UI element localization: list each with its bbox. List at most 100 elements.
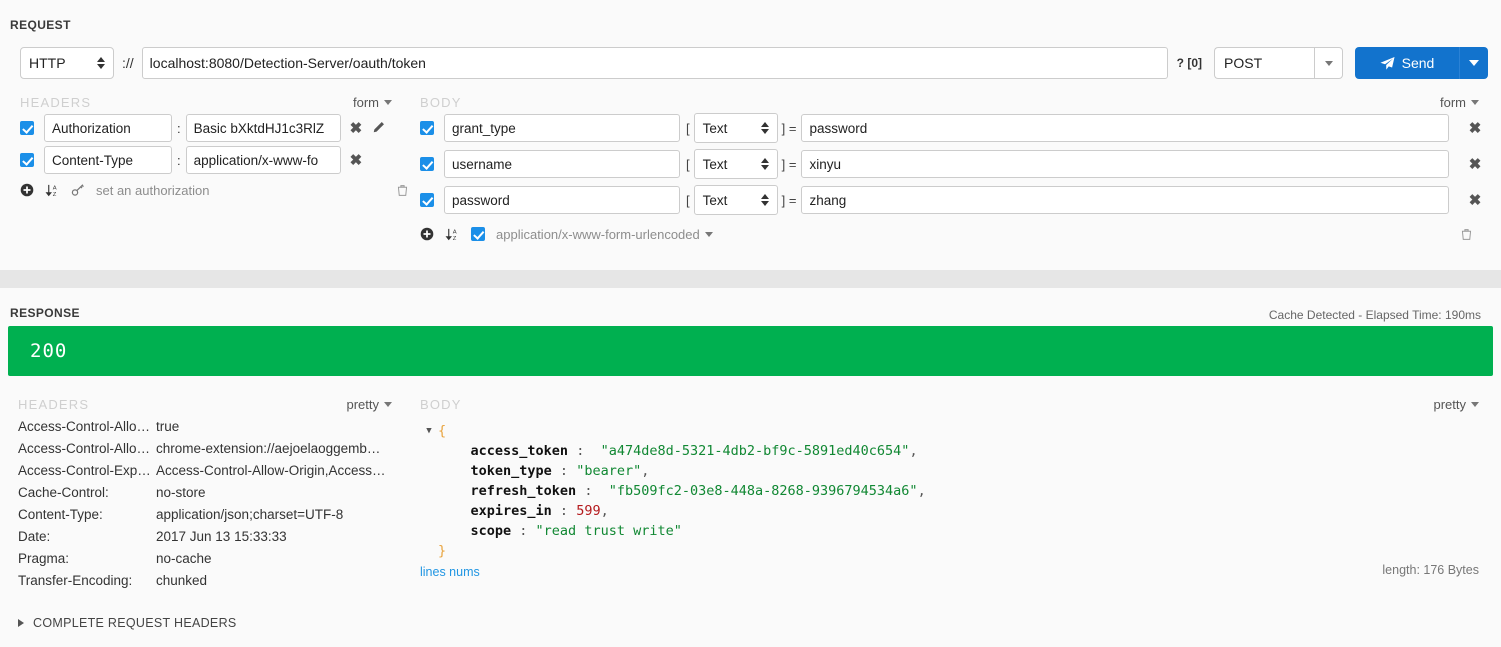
header-row-enabled-checkbox[interactable] [20, 153, 34, 167]
pencil-icon[interactable] [371, 121, 385, 135]
header-key-input[interactable] [44, 146, 172, 174]
header-colon: : [177, 152, 181, 168]
section-divider [0, 270, 1501, 288]
json-key: scope [470, 523, 512, 539]
body-key-input[interactable] [444, 114, 680, 142]
trash-icon[interactable] [1460, 228, 1473, 241]
body-key-input[interactable] [444, 186, 680, 214]
body-row-enabled-checkbox[interactable] [420, 193, 434, 207]
header-colon: : [177, 120, 181, 136]
response-body-label: BODY [420, 396, 462, 412]
sort-alpha-icon[interactable]: AZ [45, 183, 60, 198]
header-row-enabled-checkbox[interactable] [20, 121, 34, 135]
close-icon[interactable]: ✖ [350, 153, 363, 168]
key-icon[interactable] [71, 183, 85, 197]
send-button[interactable]: Send [1355, 47, 1459, 79]
content-type-dropdown[interactable]: application/x-www-form-urlencoded [496, 227, 713, 242]
url-bar: HTTP :// ? [0] POST Send [20, 46, 1488, 80]
bracket-close-equals: ] = [781, 192, 797, 208]
response-headers-mode-dropdown[interactable]: pretty [346, 397, 392, 412]
circle-plus-icon[interactable] [420, 227, 434, 241]
json-field-row: expires_in : 599, [420, 501, 1501, 521]
protocol-value: HTTP [29, 55, 66, 71]
lines-nums-link[interactable]: lines nums [420, 565, 1501, 579]
request-title: REQUEST [10, 18, 71, 32]
svg-text:A: A [53, 185, 57, 191]
body-type-value: Text [702, 120, 728, 136]
collapse-toggle-icon[interactable]: ▼ [420, 421, 438, 441]
query-params-indicator: ? [0] [1176, 56, 1202, 70]
json-close-line: } [420, 541, 1501, 561]
table-row: Access-Control-Allow… true [0, 415, 410, 437]
spinner-icon [760, 158, 769, 170]
header-value: no-cache [156, 550, 212, 566]
table-row: Transfer-Encoding: chunked [0, 569, 410, 591]
set-authorization-link[interactable]: set an authorization [96, 183, 209, 198]
send-dropdown-arrow[interactable] [1459, 47, 1488, 79]
header-value-input[interactable] [185, 146, 341, 174]
response-body-mode-dropdown[interactable]: pretty [1433, 397, 1479, 412]
response-headers-pane: HEADERS pretty Access-Control-Allow… true… [0, 393, 410, 591]
request-section: REQUEST HTTP :// ? [0] POST Send HEADERS [0, 0, 1501, 270]
header-value-input[interactable] [185, 114, 341, 142]
circle-plus-icon[interactable] [20, 183, 34, 197]
bracket-open: [ [686, 120, 690, 136]
request-headers-pane: HEADERS form : ✖ : ✖ [0, 92, 410, 204]
spinner-icon [97, 57, 105, 69]
header-key: Pragma: [18, 550, 70, 566]
body-value-input[interactable] [801, 150, 1449, 178]
request-body-mode-label: form [1440, 94, 1466, 110]
close-icon[interactable]: ✖ [350, 121, 363, 136]
json-key: expires_in [470, 503, 552, 519]
close-icon[interactable]: ✖ [1469, 121, 1482, 136]
request-body-footer: AZ application/x-www-form-urlencoded [420, 220, 1501, 248]
request-body-mode-dropdown[interactable]: form [1440, 95, 1479, 110]
body-value-input[interactable] [801, 114, 1449, 142]
protocol-select[interactable]: HTTP [20, 47, 114, 79]
complete-request-headers-toggle[interactable]: COMPLETE REQUEST HEADERS [18, 616, 237, 630]
table-row: Access-Control-Allow… chrome-extension://… [0, 437, 410, 459]
close-icon[interactable]: ✖ [1469, 157, 1482, 172]
json-key: refresh_token [470, 483, 577, 499]
header-key-input[interactable] [44, 114, 172, 142]
header-key: Date: [18, 528, 51, 544]
json-separator: : [551, 463, 577, 479]
body-type-select[interactable]: Text [693, 149, 778, 179]
svg-text:Z: Z [453, 236, 457, 242]
header-key: Cache-Control: [18, 484, 109, 500]
json-comma: , [600, 503, 609, 519]
table-row: [ Text ] = ✖ [420, 184, 1501, 216]
url-input[interactable] [141, 47, 1168, 79]
sort-alpha-icon[interactable]: AZ [445, 227, 460, 242]
method-value: POST [1214, 47, 1314, 79]
content-type-label: application/x-www-form-urlencoded [496, 226, 700, 242]
json-value: 599 [576, 503, 601, 519]
body-key-input[interactable] [444, 150, 680, 178]
body-row-enabled-checkbox[interactable] [420, 121, 434, 135]
json-key: token_type [470, 463, 552, 479]
header-value: true [156, 418, 180, 434]
table-row: Pragma: no-cache [0, 547, 410, 569]
body-row-enabled-checkbox[interactable] [420, 157, 434, 171]
bracket-close-equals: ] = [781, 156, 797, 172]
request-body-pane: BODY form [ Text ] = ✖ [ Text [420, 92, 1501, 248]
table-row: : ✖ [0, 112, 410, 144]
json-separator: : [576, 483, 609, 499]
request-headers-mode-dropdown[interactable]: form [353, 95, 392, 110]
trash-icon[interactable] [396, 184, 409, 197]
protocol-separator: :// [122, 55, 134, 71]
close-icon[interactable]: ✖ [1469, 193, 1482, 208]
method-dropdown-arrow[interactable] [1314, 47, 1343, 79]
method-selector[interactable]: POST [1214, 47, 1343, 79]
json-key: access_token [470, 443, 569, 459]
body-type-select[interactable]: Text [693, 113, 778, 143]
body-type-select[interactable]: Text [693, 185, 778, 215]
bracket-close-equals: ] = [781, 120, 797, 136]
response-length-label: length: 176 Bytes [1382, 563, 1479, 577]
send-group: Send [1355, 47, 1488, 79]
content-type-enabled-checkbox[interactable] [471, 227, 485, 241]
header-value: Access-Control-Allow-Origin,Access… [156, 462, 386, 478]
body-type-value: Text [702, 156, 728, 172]
body-value-input[interactable] [801, 186, 1449, 214]
request-headers-footer: AZ set an authorization [0, 176, 410, 204]
